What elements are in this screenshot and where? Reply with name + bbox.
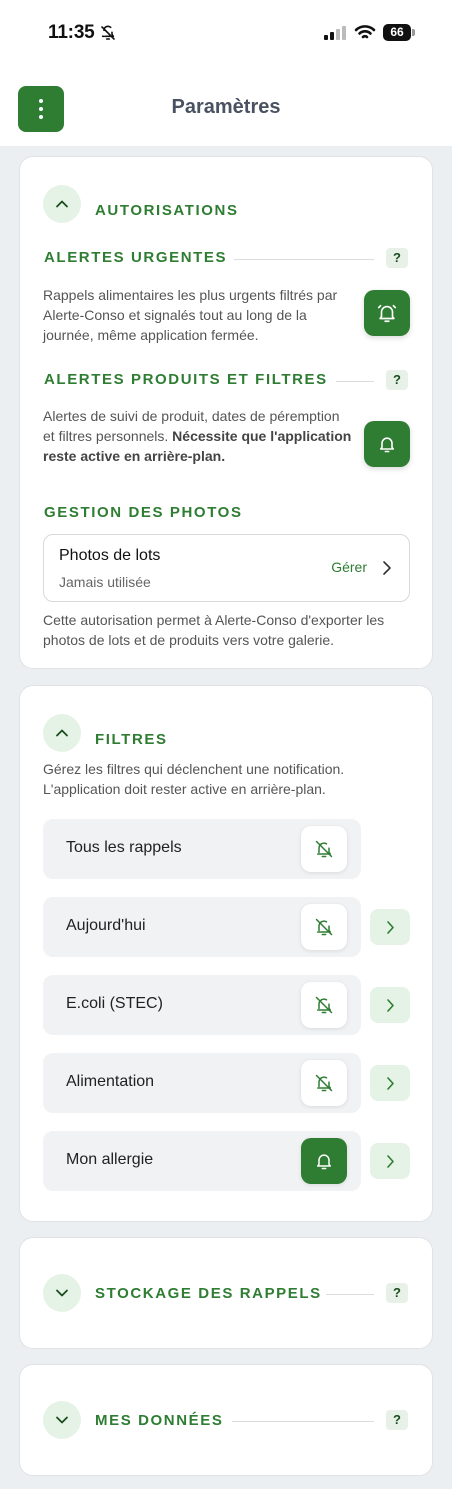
alertes-produits-description: Alertes de suivi de produit, dates de pé… bbox=[43, 406, 355, 466]
gestion-photos-description: Cette autorisation permet à Alerte-Conso… bbox=[43, 612, 385, 648]
expand-stockage-button[interactable] bbox=[43, 1274, 81, 1312]
chevron-up-icon bbox=[56, 200, 68, 208]
autorisations-card: AUTORISATIONS ALERTES URGENTES ? Rappels… bbox=[19, 156, 433, 669]
filter-label: Tous les rappels bbox=[66, 839, 182, 856]
bell-off-icon bbox=[315, 840, 333, 858]
alertes-produits-title: ALERTES PRODUITS ET FILTRES bbox=[44, 371, 328, 388]
filtres-description: Gérez les filtres qui déclenchent une no… bbox=[43, 761, 345, 797]
filter-notification-toggle[interactable] bbox=[301, 1060, 347, 1106]
filter-notification-toggle[interactable] bbox=[301, 826, 347, 872]
filter-row-tous-les-rappels: Tous les rappels bbox=[43, 819, 361, 879]
bell-icon bbox=[317, 1154, 331, 1170]
chevron-up-icon bbox=[56, 729, 68, 737]
filter-row-alimentation: Alimentation bbox=[43, 1053, 361, 1113]
filter-details-button[interactable] bbox=[370, 987, 410, 1023]
chevron-down-icon bbox=[56, 1289, 68, 1297]
bell-off-icon bbox=[315, 1074, 333, 1092]
alertes-urgentes-toggle[interactable] bbox=[364, 290, 410, 336]
gestion-photos-title: GESTION DES PHOTOS bbox=[44, 504, 243, 521]
stockage-title: STOCKAGE DES RAPPELS bbox=[95, 1285, 322, 1302]
battery-icon: 66 bbox=[383, 24, 415, 41]
stockage-card: STOCKAGE DES RAPPELS ? bbox=[19, 1237, 433, 1349]
filter-details-button[interactable] bbox=[370, 909, 410, 945]
wifi-icon bbox=[354, 24, 376, 46]
mes-donnees-help-button[interactable]: ? bbox=[386, 1410, 408, 1430]
alertes-urgentes-title: ALERTES URGENTES bbox=[44, 249, 228, 266]
filter-notification-toggle[interactable] bbox=[301, 904, 347, 950]
expand-mes-donnees-button[interactable] bbox=[43, 1401, 81, 1439]
filtres-title: FILTRES bbox=[95, 731, 168, 748]
chevron-right-icon bbox=[386, 1154, 394, 1168]
filter-details-button[interactable] bbox=[370, 1143, 410, 1179]
filter-row-aujourdhui: Aujourd'hui bbox=[43, 897, 361, 957]
app-header: Paramètres bbox=[0, 66, 452, 146]
mes-donnees-card: MES DONNÉES ? bbox=[19, 1364, 433, 1476]
divider bbox=[326, 1294, 374, 1295]
autorisations-title: AUTORISATIONS bbox=[95, 202, 239, 219]
chevron-right-icon bbox=[386, 920, 394, 934]
stockage-help-button[interactable]: ? bbox=[386, 1283, 408, 1303]
filter-label: E.coli (STEC) bbox=[66, 995, 163, 1012]
divider bbox=[336, 381, 374, 382]
filter-notification-toggle[interactable] bbox=[301, 1138, 347, 1184]
collapse-autorisations-button[interactable] bbox=[43, 185, 81, 223]
filter-label: Mon allergie bbox=[66, 1151, 154, 1168]
status-time: 11:35 bbox=[48, 22, 95, 43]
filter-details-button[interactable] bbox=[370, 1065, 410, 1101]
filter-label: Alimentation bbox=[66, 1073, 155, 1090]
alarm-bell-icon bbox=[377, 304, 397, 323]
alertes-produits-help-button[interactable]: ? bbox=[386, 370, 408, 390]
photos-de-lots-status: Jamais utilisée bbox=[59, 574, 151, 590]
status-bar: 11:35 66 bbox=[0, 0, 452, 66]
filter-label: Aujourd'hui bbox=[66, 917, 146, 934]
photos-de-lots-item[interactable]: Photos de lots Jamais utilisée Gérer bbox=[43, 534, 410, 602]
collapse-filtres-button[interactable] bbox=[43, 714, 81, 752]
filter-row-mon-allergie: Mon allergie bbox=[43, 1131, 361, 1191]
chevron-right-icon bbox=[386, 998, 394, 1012]
manage-photos-link[interactable]: Gérer bbox=[331, 559, 367, 575]
divider bbox=[232, 1421, 374, 1422]
chevron-down-icon bbox=[56, 1416, 68, 1424]
chevron-right-icon bbox=[386, 1076, 394, 1090]
alertes-urgentes-help-button[interactable]: ? bbox=[386, 248, 408, 268]
silent-mode-icon bbox=[100, 25, 116, 46]
bell-icon bbox=[379, 437, 395, 453]
cellular-signal-icon bbox=[324, 26, 346, 45]
photos-de-lots-title: Photos de lots bbox=[59, 547, 161, 564]
divider bbox=[234, 259, 374, 260]
alertes-urgentes-description: Rappels alimentaires les plus urgents fi… bbox=[43, 287, 338, 343]
chevron-right-icon bbox=[383, 561, 391, 575]
filter-row-ecoli: E.coli (STEC) bbox=[43, 975, 361, 1035]
page-title: Paramètres bbox=[171, 96, 281, 118]
bell-off-icon bbox=[315, 918, 333, 936]
alertes-produits-toggle[interactable] bbox=[364, 421, 410, 467]
bell-off-icon bbox=[315, 996, 333, 1014]
battery-level: 66 bbox=[383, 24, 411, 41]
mes-donnees-title: MES DONNÉES bbox=[95, 1412, 224, 1429]
filtres-card: FILTRES Gérez les filtres qui déclenchen… bbox=[19, 685, 433, 1222]
filter-notification-toggle[interactable] bbox=[301, 982, 347, 1028]
